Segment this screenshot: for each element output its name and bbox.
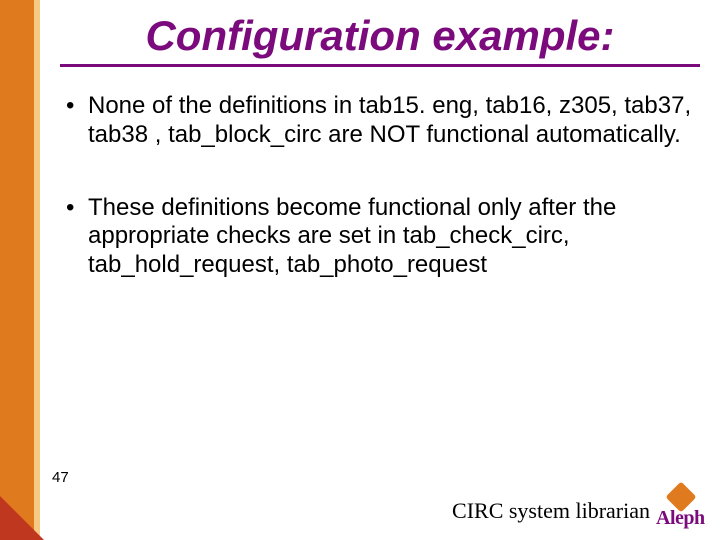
bullet-item: • None of the definitions in tab15. eng,… xyxy=(66,92,696,150)
page-number: 47 xyxy=(52,469,69,486)
bullet-marker: • xyxy=(66,92,88,150)
aleph-logo: Aleph xyxy=(656,490,716,530)
bullet-item: • These definitions become functional on… xyxy=(66,194,696,280)
corner-decoration xyxy=(0,496,44,540)
slide-body: • None of the definitions in tab15. eng,… xyxy=(66,92,696,324)
slide: Configuration example: • None of the def… xyxy=(0,0,720,540)
bullet-text: These definitions become functional only… xyxy=(88,194,696,280)
bullet-text: None of the definitions in tab15. eng, t… xyxy=(88,92,696,150)
bullet-marker: • xyxy=(66,194,88,280)
logo-text: Aleph xyxy=(656,507,705,530)
left-accent-bar xyxy=(0,0,34,540)
slide-title: Configuration example: xyxy=(60,12,700,67)
footer-text: CIRC system librarian xyxy=(452,498,650,524)
